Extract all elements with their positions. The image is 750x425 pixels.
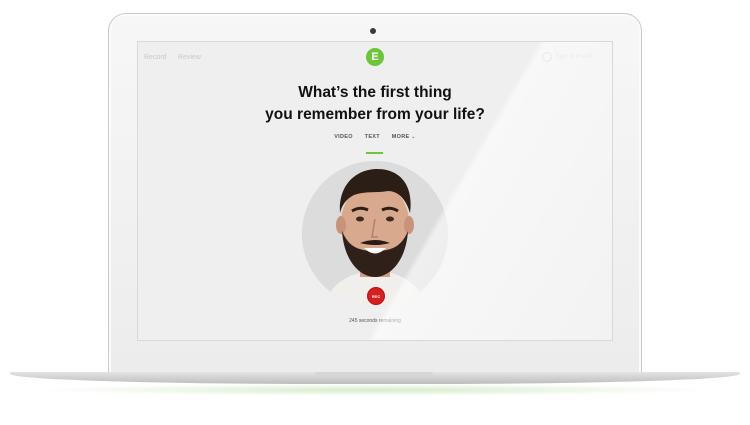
app-logo[interactable]: E [366,48,384,66]
mode-tabs: VIDEO TEXT MORE ⌄ [138,134,612,140]
question-line-2: you remember from your life? [265,106,485,123]
webcam-preview [302,161,448,307]
laptop-shadow [30,384,720,396]
active-tab-indicator [366,152,383,154]
tab-more-label: MORE [391,134,410,140]
record-button[interactable]: REC [367,287,385,305]
logo-glyph: E [371,50,379,63]
laptop-notch [315,372,433,376]
tab-more[interactable]: MORE ⌄ [392,134,416,140]
question-line-1: What’s the first thing [298,84,452,101]
tab-text[interactable]: TEXT [365,134,380,140]
app-screen: Record Review E Sign in to edit What’s t… [137,41,613,341]
nav-record-link[interactable]: Record [144,54,167,61]
account-area[interactable]: Sign in to edit [541,52,592,62]
tab-video[interactable]: VIDEO [334,134,353,140]
chevron-down-icon: ⌄ [411,134,416,140]
webcam-dot [370,28,376,34]
nav-review-link[interactable]: Review [178,54,201,61]
person-portrait [302,161,448,307]
account-label: Sign in to edit [555,54,592,60]
time-remaining: 245 seconds remaining [349,318,401,324]
user-icon [541,52,552,62]
